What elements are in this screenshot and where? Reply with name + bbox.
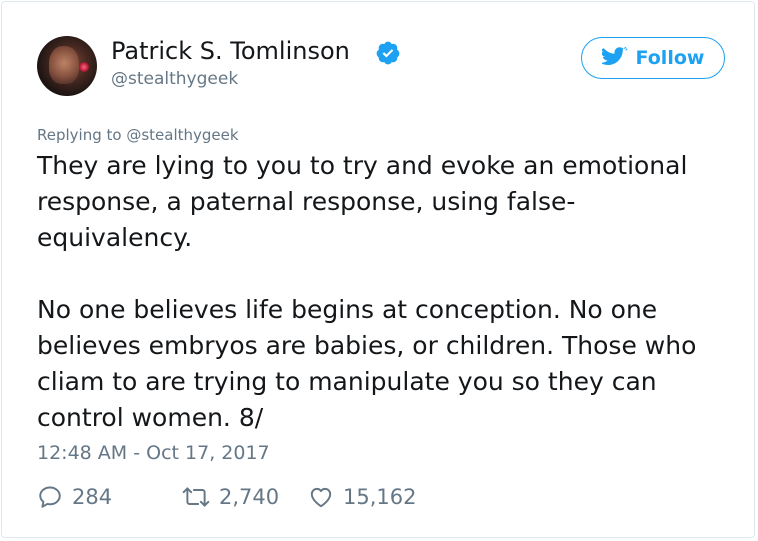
- retweet-count: 2,740: [219, 485, 280, 509]
- tweet-line: control women. 8/: [37, 403, 264, 432]
- verified-badge-icon: [376, 41, 400, 65]
- avatar[interactable]: [37, 36, 97, 96]
- twitter-bird-icon: [601, 47, 628, 65]
- like-count: 15,162: [343, 485, 417, 509]
- follow-button[interactable]: Follow: [581, 37, 725, 79]
- retweet-button[interactable]: 2,740: [182, 482, 308, 512]
- avatar-face: [49, 46, 79, 84]
- tweet-timestamp[interactable]: 12:48 AM - Oct 17, 2017: [37, 440, 270, 466]
- tweet-text: They are lying to you to try and evoke a…: [37, 148, 737, 436]
- heart-icon: [310, 487, 332, 508]
- tweet-line: cliam to are trying to manipulate you so…: [37, 367, 657, 396]
- replying-to-mention[interactable]: @stealthygeek: [126, 126, 238, 144]
- author-handle[interactable]: @stealthygeek: [111, 68, 238, 90]
- reply-icon: [39, 486, 61, 508]
- tweet-line: equivalency.: [37, 223, 193, 252]
- author-name[interactable]: Patrick S. Tomlinson: [111, 36, 350, 66]
- tweet-actions: 284 2,740 15,162: [37, 480, 416, 514]
- tweet-line: No one believes life begins at conceptio…: [37, 295, 658, 324]
- reply-button[interactable]: 284: [37, 482, 182, 512]
- reply-count: 284: [72, 485, 113, 509]
- avatar-light: [79, 62, 89, 72]
- tweet-card: Patrick S. Tomlinson @stealthygeek Follo…: [1, 1, 755, 538]
- paragraph-break: [37, 256, 737, 292]
- tweet-line: They are lying to you to try and evoke a…: [37, 151, 688, 180]
- tweet-line: response, a paternal response, using fal…: [37, 187, 576, 216]
- replying-to: Replying to @stealthygeek: [37, 125, 239, 145]
- retweet-icon: [182, 487, 210, 507]
- follow-button-label: Follow: [635, 47, 705, 69]
- replying-to-prefix: Replying to: [37, 126, 122, 144]
- like-button[interactable]: 15,162: [308, 482, 416, 512]
- tweet-line: believes embryos are babies, or children…: [37, 331, 697, 360]
